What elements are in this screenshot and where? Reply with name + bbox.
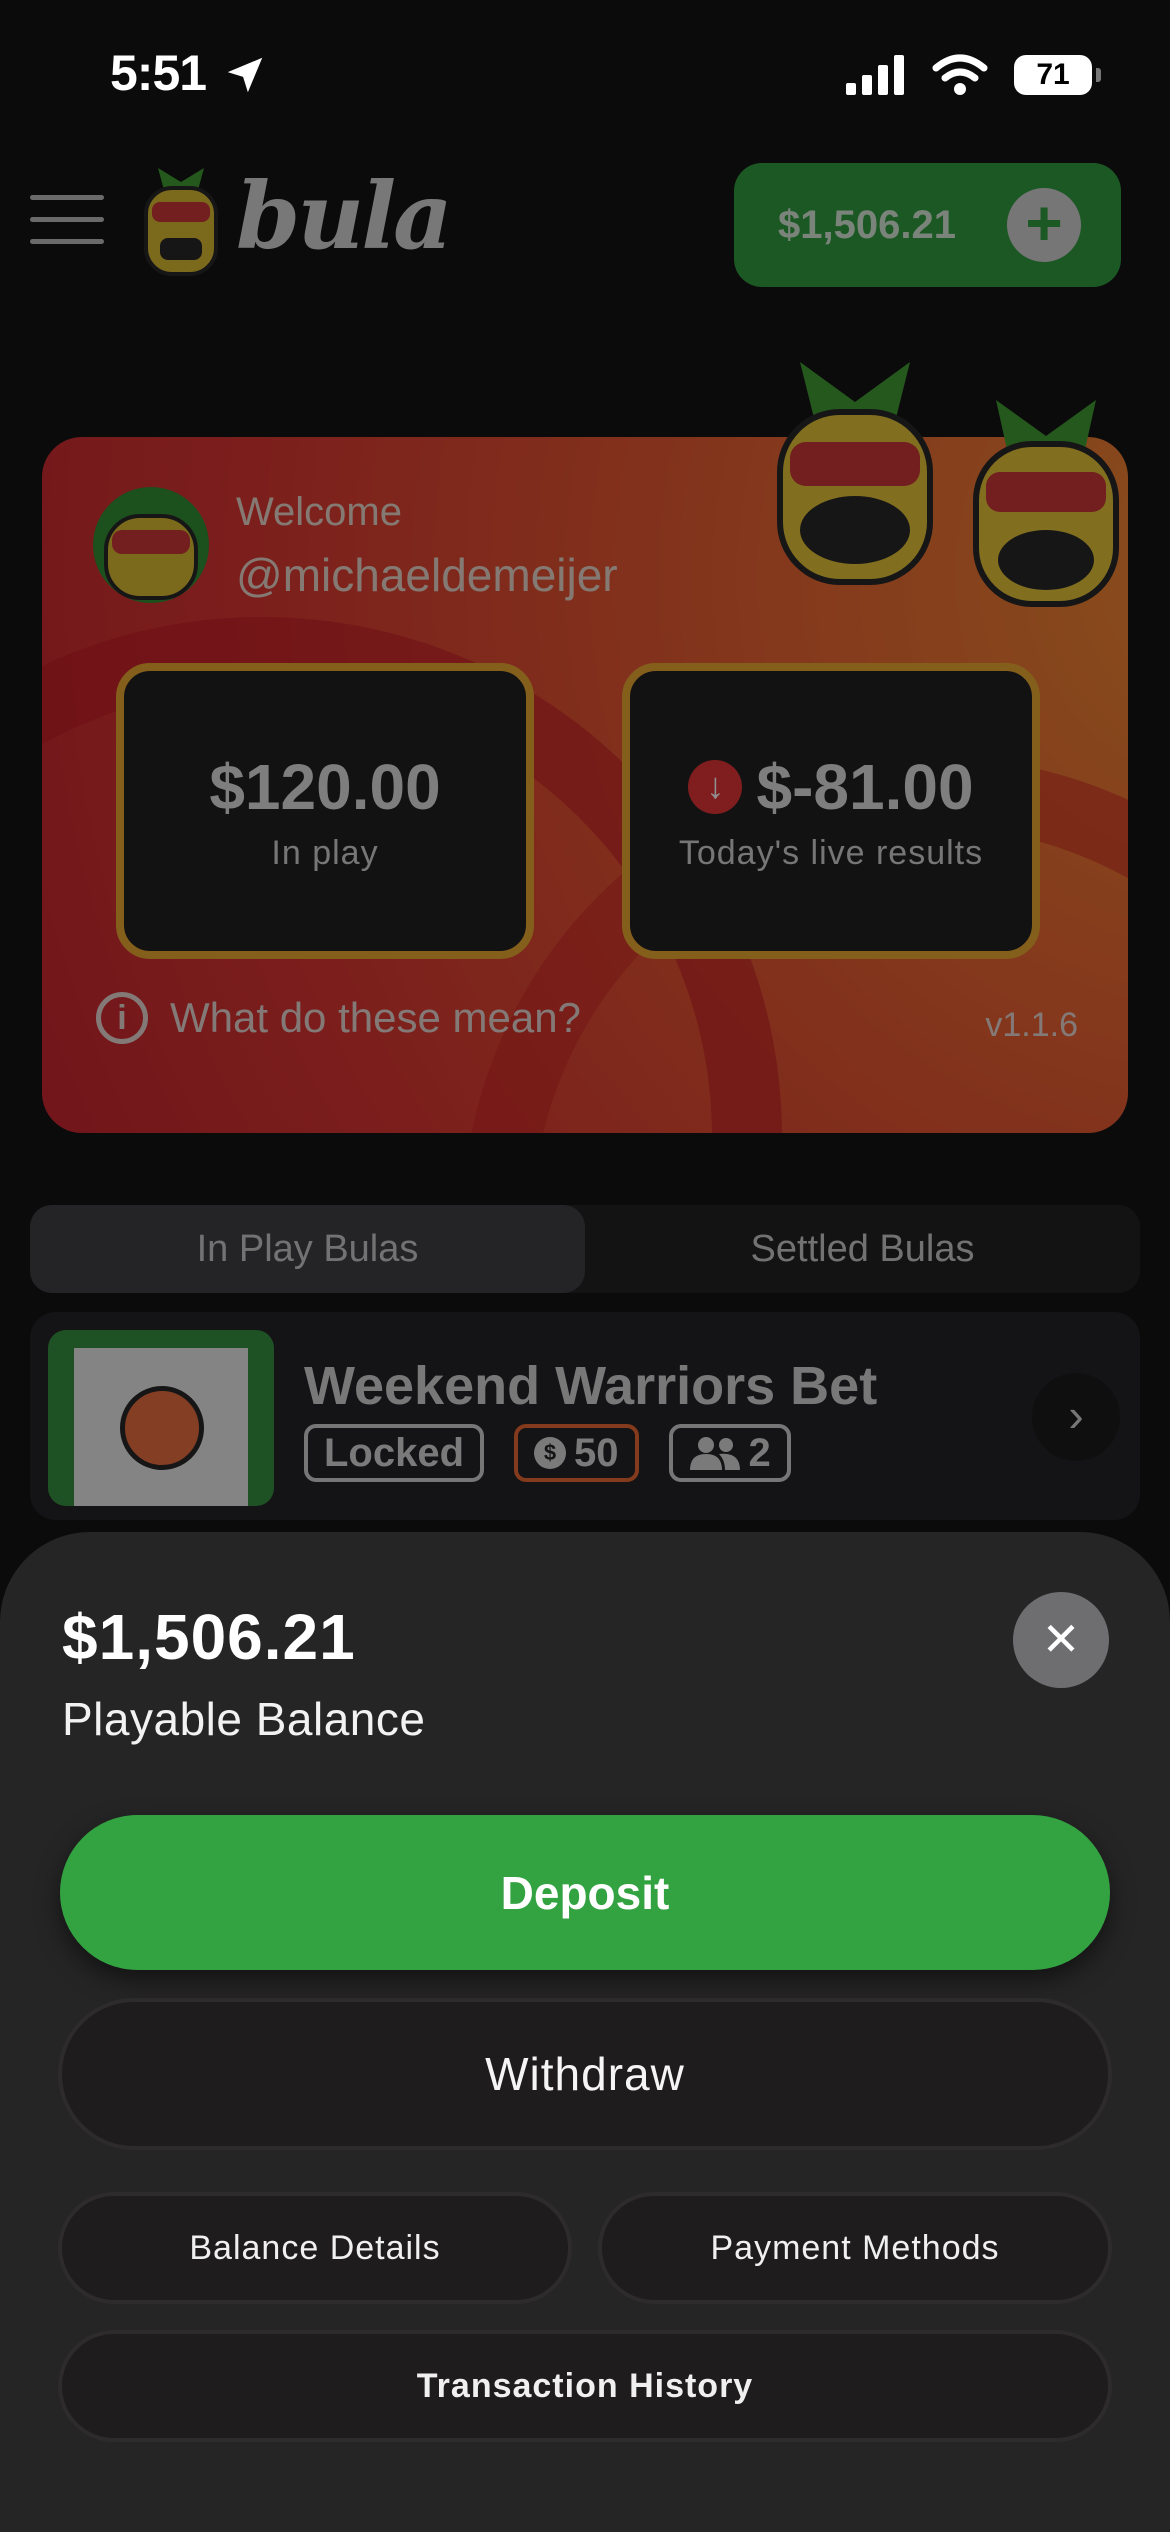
in-play-label: In play [271, 833, 379, 872]
cellular-signal-icon [846, 55, 904, 95]
info-icon: i [96, 992, 148, 1044]
tab-in-play-bulas[interactable]: In Play Bulas [30, 1205, 585, 1293]
username: @michaeldemeijer [236, 549, 618, 601]
balance-details-button[interactable]: Balance Details [58, 2192, 572, 2304]
close-icon: ✕ [1041, 1613, 1081, 1665]
deposit-button[interactable]: Deposit [60, 1815, 1110, 1970]
users-icon [689, 1437, 740, 1470]
add-funds-icon: + [1007, 188, 1081, 262]
info-text: What do these mean? [170, 994, 581, 1041]
sheet-subtitle: Playable Balance [62, 1693, 426, 1745]
tiki-logo-icon [138, 168, 224, 278]
wifi-icon [932, 54, 988, 95]
status-time: 5:51 [110, 45, 207, 101]
status-badge: Locked [304, 1424, 485, 1482]
bet-title: Weekend Warriors Bet [304, 1356, 878, 1416]
tab-settled-bulas[interactable]: Settled Bulas [585, 1205, 1140, 1293]
withdraw-button[interactable]: Withdraw [58, 1998, 1112, 2150]
coins-value: 50 [574, 1430, 619, 1475]
menu-icon[interactable] [30, 195, 104, 261]
close-button[interactable]: ✕ [1013, 1592, 1109, 1688]
welcome-label: Welcome [236, 490, 402, 534]
players-value: 2 [748, 1430, 771, 1475]
players-badge: 2 [668, 1424, 791, 1482]
tiki-mask-icon [760, 362, 950, 597]
brand-logo: bula [236, 162, 453, 270]
avatar [92, 486, 210, 609]
coins-badge: $ 50 [514, 1424, 639, 1482]
bula-tabs: In Play Bulas Settled Bulas [30, 1205, 1140, 1293]
live-results-label: Today's live results [678, 833, 984, 872]
chevron-right-icon[interactable]: › [1032, 1373, 1120, 1461]
payment-methods-button[interactable]: Payment Methods [598, 2192, 1112, 2304]
header-balance-button[interactable]: $1,506.21 + [734, 163, 1121, 287]
live-results-value: $-81.00 [756, 750, 974, 823]
coin-icon: $ [534, 1437, 567, 1469]
info-link[interactable]: i What do these mean? [96, 992, 581, 1044]
live-results-card: ↓ $-81.00 Today's live results [622, 663, 1040, 959]
bet-chips: Locked $ 50 2 [304, 1424, 791, 1482]
header-balance: $1,506.21 [778, 202, 956, 247]
sheet-balance: $1,506.21 [62, 1601, 356, 1673]
location-arrow-icon [222, 52, 268, 103]
arrow-down-icon: ↓ [688, 759, 743, 814]
transaction-history-button[interactable]: Transaction History [58, 2330, 1112, 2442]
in-play-card: $120.00 In play [116, 663, 534, 959]
version-label: v1.1.6 [985, 1006, 1078, 1044]
status-indicators: 71 [846, 54, 1101, 96]
tiki-mask-dollar-icon [966, 400, 1126, 615]
battery-icon: 71 [1014, 55, 1101, 95]
ticket-icon [48, 1330, 274, 1506]
in-play-value: $120.00 [209, 750, 441, 823]
